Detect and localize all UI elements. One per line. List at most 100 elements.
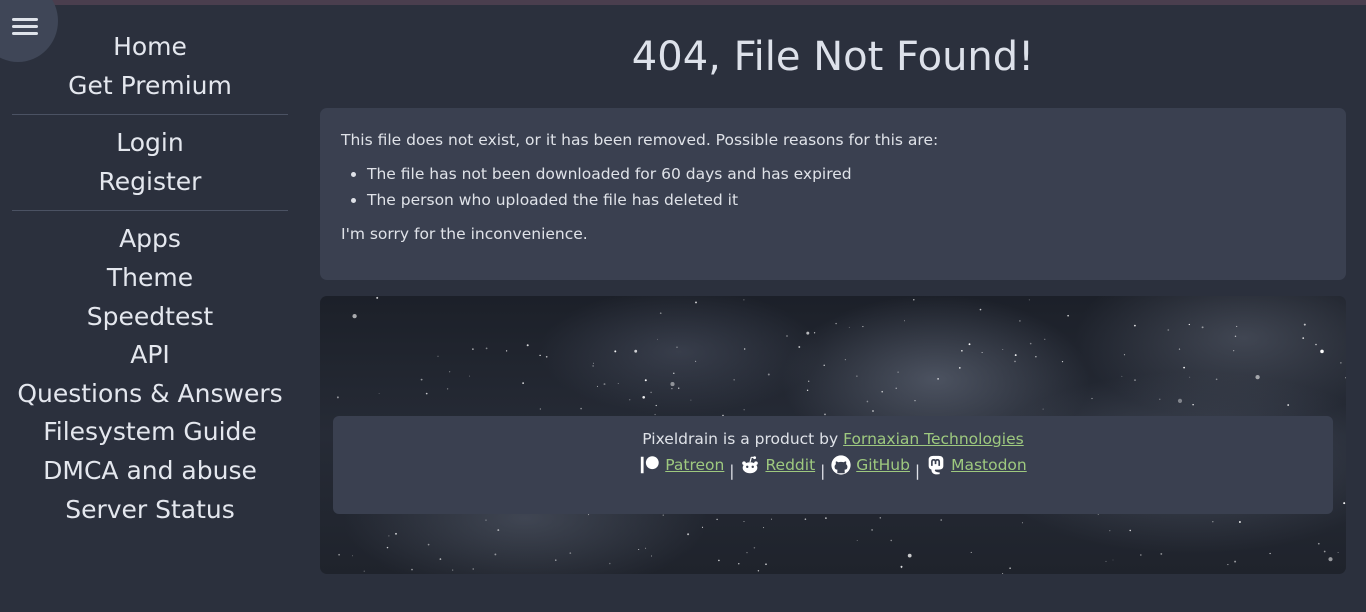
link-separator: | bbox=[820, 462, 826, 480]
star bbox=[617, 382, 619, 384]
star bbox=[848, 326, 850, 328]
reddit-link[interactable]: Reddit bbox=[739, 452, 815, 478]
star bbox=[1178, 348, 1181, 350]
sidebar-item-get-premium[interactable]: Get Premium bbox=[0, 67, 300, 106]
star bbox=[388, 535, 390, 537]
star bbox=[690, 399, 692, 401]
star bbox=[1236, 325, 1238, 327]
star bbox=[539, 408, 541, 410]
reasons-list: The file has not been downloaded for 60 … bbox=[367, 161, 1325, 213]
star bbox=[338, 553, 340, 556]
sidebar-item-home[interactable]: Home bbox=[0, 28, 300, 67]
sidebar-item-register[interactable]: Register bbox=[0, 163, 300, 202]
star bbox=[897, 371, 899, 373]
sidebar-item-apps[interactable]: Apps bbox=[0, 220, 300, 259]
star bbox=[659, 312, 662, 315]
star bbox=[814, 332, 816, 334]
link-separator: | bbox=[914, 462, 921, 480]
star bbox=[1303, 323, 1306, 326]
star bbox=[743, 409, 745, 411]
social-links: Patreon | Reddit | GitHub | Mastodon bbox=[333, 452, 1333, 484]
star bbox=[569, 552, 572, 554]
star bbox=[961, 350, 963, 352]
star bbox=[1009, 567, 1011, 569]
star bbox=[981, 352, 983, 353]
star bbox=[645, 547, 647, 549]
star bbox=[580, 407, 582, 410]
star bbox=[650, 555, 653, 557]
star bbox=[1302, 337, 1304, 339]
star bbox=[642, 395, 646, 399]
star bbox=[588, 514, 590, 516]
star bbox=[907, 553, 912, 558]
star bbox=[900, 567, 902, 569]
star bbox=[1014, 360, 1016, 363]
star bbox=[336, 396, 339, 399]
sidebar-item-questions-answers[interactable]: Questions & Answers bbox=[0, 375, 300, 414]
github-link[interactable]: GitHub bbox=[830, 452, 910, 478]
star bbox=[1212, 520, 1214, 523]
star bbox=[1215, 378, 1218, 381]
star bbox=[718, 559, 720, 562]
mastodon-icon bbox=[928, 455, 944, 475]
star bbox=[1061, 361, 1064, 363]
star bbox=[545, 355, 548, 358]
star bbox=[1160, 552, 1163, 555]
star bbox=[1042, 408, 1044, 410]
star bbox=[746, 552, 748, 554]
star bbox=[970, 551, 972, 553]
star bbox=[1035, 356, 1037, 358]
sidebar-item-login[interactable]: Login bbox=[0, 124, 300, 163]
star bbox=[395, 532, 397, 535]
mastodon-label: Mastodon bbox=[951, 456, 1027, 474]
sidebar-item-theme[interactable]: Theme bbox=[0, 259, 300, 298]
star bbox=[1287, 404, 1290, 406]
sidebar-item-api[interactable]: API bbox=[0, 336, 300, 375]
star bbox=[753, 547, 756, 549]
star bbox=[1044, 338, 1046, 340]
star bbox=[657, 338, 658, 340]
sidebar-item-server-status[interactable]: Server Status bbox=[0, 491, 300, 530]
star bbox=[1317, 542, 1320, 545]
star bbox=[913, 299, 915, 301]
patreon-link[interactable]: Patreon bbox=[639, 452, 724, 478]
star bbox=[806, 389, 809, 391]
star bbox=[767, 373, 770, 376]
star bbox=[1238, 521, 1241, 523]
sidebar-item-dmca-abuse[interactable]: DMCA and abuse bbox=[0, 452, 300, 491]
star bbox=[1123, 354, 1126, 356]
star bbox=[903, 320, 905, 322]
list-item: The file has not been downloaded for 60 … bbox=[367, 161, 1325, 187]
star bbox=[352, 555, 353, 557]
star bbox=[655, 404, 657, 407]
star bbox=[1029, 342, 1032, 345]
star bbox=[427, 543, 430, 546]
star bbox=[1109, 530, 1111, 532]
star bbox=[1343, 502, 1346, 505]
star bbox=[940, 519, 942, 521]
star bbox=[1234, 560, 1237, 563]
star bbox=[844, 359, 846, 361]
star bbox=[614, 350, 617, 353]
star bbox=[808, 380, 810, 382]
company-link[interactable]: Fornaxian Technologies bbox=[843, 430, 1024, 448]
star bbox=[804, 518, 807, 520]
star bbox=[879, 517, 882, 519]
star bbox=[352, 313, 357, 319]
sidebar-item-filesystem-guide[interactable]: Filesystem Guide bbox=[0, 413, 300, 452]
star bbox=[449, 371, 451, 373]
star bbox=[757, 570, 760, 572]
star bbox=[1177, 398, 1183, 403]
star bbox=[452, 569, 454, 571]
star bbox=[856, 540, 858, 542]
star bbox=[1340, 362, 1342, 364]
sidebar-item-speedtest[interactable]: Speedtest bbox=[0, 298, 300, 337]
github-icon bbox=[831, 455, 851, 475]
star bbox=[411, 568, 413, 571]
star bbox=[596, 385, 598, 387]
star bbox=[856, 375, 858, 377]
star bbox=[678, 387, 680, 389]
error-intro-text: This file does not exist, or it has been… bbox=[341, 131, 939, 149]
mastodon-link[interactable]: Mastodon bbox=[925, 452, 1027, 478]
star bbox=[378, 392, 380, 394]
